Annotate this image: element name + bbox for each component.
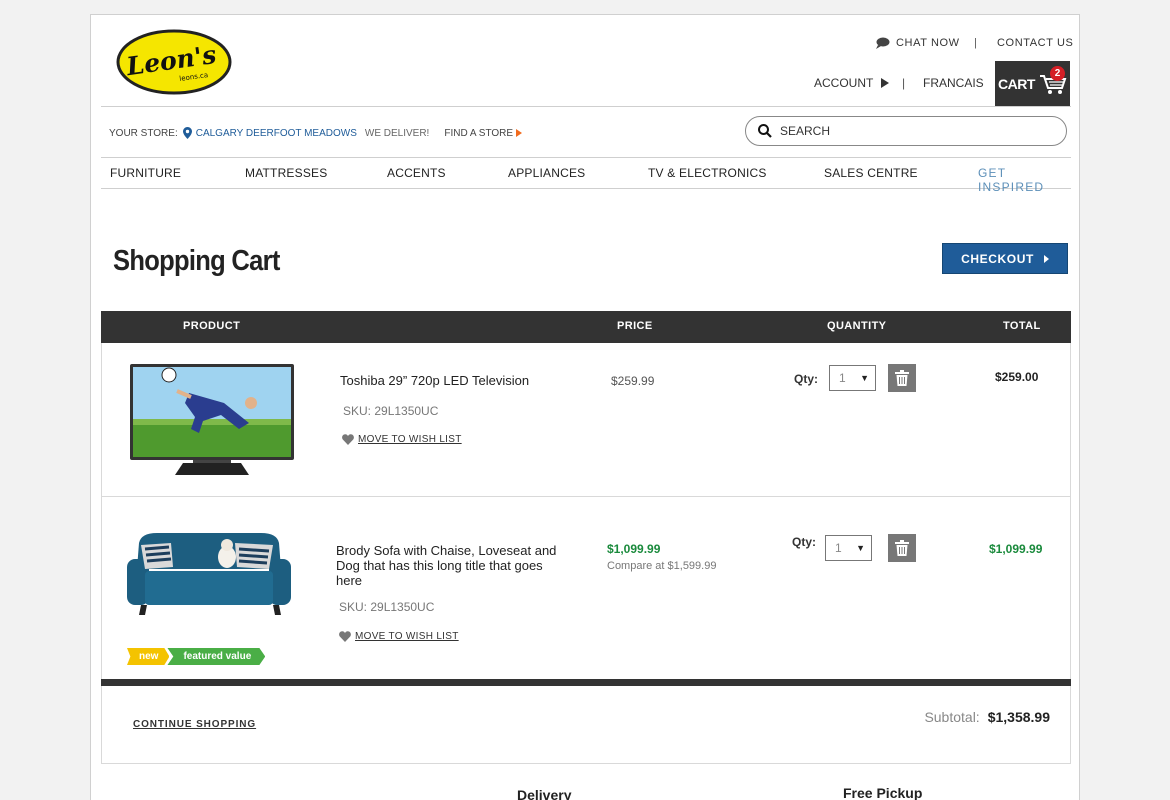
header-price: PRICE bbox=[617, 320, 653, 332]
store-name-label: CALGARY DEERFOOT MEADOWS bbox=[195, 127, 357, 139]
search-icon bbox=[758, 124, 772, 138]
remove-item-button[interactable] bbox=[888, 534, 916, 562]
main-nav: FURNITURE MATTRESSES ACCENTS APPLIANCES … bbox=[101, 157, 1071, 194]
table-bottom-bar bbox=[101, 679, 1071, 686]
product-price: $259.99 bbox=[611, 374, 655, 388]
logo-icon: Leon's leons.ca bbox=[116, 29, 232, 95]
wishlist-label: MOVE TO WISH LIST bbox=[355, 631, 459, 642]
subtotal-value: $1,358.99 bbox=[987, 709, 1050, 725]
your-store-label: YOUR STORE: bbox=[109, 127, 178, 139]
product-sku: SKU: 29L1350UC bbox=[339, 600, 435, 614]
nav-item-get-inspired[interactable]: GET INSPIRED bbox=[978, 166, 1071, 194]
product-image-sofa[interactable] bbox=[127, 529, 291, 626]
product-name[interactable]: Brody Sofa with Chaise, Loveseat and Dog… bbox=[336, 543, 566, 588]
move-to-wishlist-link[interactable]: MOVE TO WISH LIST bbox=[342, 434, 462, 445]
cart-button[interactable]: CART 2 bbox=[995, 61, 1070, 107]
product-badges: new featured value bbox=[127, 648, 266, 665]
store-bar: YOUR STORE: CALGARY DEERFOOT MEADOWS WE … bbox=[109, 127, 523, 139]
nav-item-mattresses[interactable]: MATTRESSES bbox=[245, 166, 327, 180]
product-sku: SKU: 29L1350UC bbox=[343, 404, 439, 418]
account-link[interactable]: ACCOUNT bbox=[814, 76, 890, 90]
cart-table-body: Toshiba 29” 720p LED Television SKU: 29L… bbox=[101, 343, 1071, 679]
heart-icon bbox=[342, 434, 354, 445]
play-arrow-icon bbox=[516, 129, 523, 137]
quantity-select[interactable]: 1 bbox=[825, 535, 872, 561]
checkout-label: CHECKOUT bbox=[961, 251, 1034, 266]
map-pin-icon bbox=[182, 127, 192, 139]
line-total: $1,099.99 bbox=[989, 542, 1043, 556]
account-label: ACCOUNT bbox=[814, 76, 874, 90]
cart-label: CART bbox=[998, 76, 1035, 92]
nav-item-tv-electronics[interactable]: TV & ELECTRONICS bbox=[648, 166, 767, 180]
subtotal: Subtotal: $1,358.99 bbox=[924, 709, 1050, 725]
search-input[interactable] bbox=[780, 124, 1040, 138]
nav-item-accents[interactable]: ACCENTS bbox=[387, 166, 446, 180]
page-title: Shopping Cart bbox=[113, 245, 280, 277]
find-a-store-link[interactable]: FIND A STORE bbox=[444, 127, 523, 139]
heart-icon bbox=[339, 631, 351, 642]
product-sale-price: $1,099.99 bbox=[607, 542, 661, 556]
search-box[interactable] bbox=[745, 116, 1067, 146]
badge-new: new bbox=[127, 648, 170, 665]
wishlist-label: MOVE TO WISH LIST bbox=[358, 434, 462, 445]
chat-now-link[interactable]: CHAT NOW bbox=[875, 37, 960, 49]
checkout-button[interactable]: CHECKOUT bbox=[942, 243, 1068, 274]
badge-featured-value: featured value bbox=[167, 648, 266, 665]
cart-row: new featured value Brody Sofa with Chais… bbox=[102, 497, 1070, 679]
compare-at-price: Compare at $1,599.99 bbox=[607, 560, 717, 572]
free-pickup-heading: Free Pickup bbox=[843, 785, 923, 800]
francais-link[interactable]: FRANCAIS bbox=[923, 76, 984, 90]
header-separator: | bbox=[974, 37, 977, 49]
move-to-wishlist-link[interactable]: MOVE TO WISH LIST bbox=[339, 631, 459, 642]
contact-us-link[interactable]: CONTACT US bbox=[997, 37, 1074, 49]
nav-item-appliances[interactable]: APPLIANCES bbox=[508, 166, 585, 180]
nav-item-sales-centre[interactable]: SALES CENTRE bbox=[824, 166, 918, 180]
find-a-store-label: FIND A STORE bbox=[444, 127, 514, 139]
subtotal-label: Subtotal: bbox=[924, 709, 980, 725]
chat-bubble-icon bbox=[876, 37, 890, 49]
store-name-link[interactable]: CALGARY DEERFOOT MEADOWS bbox=[182, 127, 357, 139]
caret-right-icon bbox=[1043, 254, 1049, 263]
remove-item-button[interactable] bbox=[888, 364, 916, 392]
chat-now-label: CHAT NOW bbox=[896, 37, 960, 49]
header-quantity: QUANTITY bbox=[827, 320, 887, 332]
header-total: TOTAL bbox=[1003, 320, 1041, 332]
trash-icon bbox=[895, 370, 909, 386]
header-divider bbox=[101, 106, 1071, 107]
header-product: PRODUCT bbox=[183, 320, 241, 332]
cart-count-badge: 2 bbox=[1050, 66, 1065, 81]
product-image-tv[interactable] bbox=[129, 363, 295, 482]
delivery-heading: Delivery bbox=[517, 787, 572, 800]
line-total: $259.00 bbox=[995, 370, 1039, 384]
continue-shopping-link[interactable]: CONTINUE SHOPPING bbox=[133, 719, 256, 730]
cart-table-header: PRODUCT PRICE QUANTITY TOTAL bbox=[101, 311, 1071, 343]
sofa-image-icon bbox=[127, 533, 291, 615]
trash-icon bbox=[895, 540, 909, 556]
play-arrow-icon bbox=[881, 78, 890, 88]
quantity-select[interactable]: 1 bbox=[829, 365, 876, 391]
cart-footer: CONTINUE SHOPPING Subtotal: $1,358.99 bbox=[101, 686, 1071, 764]
quantity-label: Qty: bbox=[794, 372, 818, 386]
tv-image-icon bbox=[130, 364, 294, 475]
nav-item-furniture[interactable]: FURNITURE bbox=[110, 166, 181, 180]
product-name[interactable]: Toshiba 29” 720p LED Television bbox=[340, 373, 560, 388]
leons-logo[interactable]: Leon's leons.ca bbox=[116, 29, 232, 95]
quantity-label: Qty: bbox=[792, 535, 816, 549]
we-deliver-text: WE DELIVER! bbox=[364, 127, 430, 139]
page-container: Leon's leons.ca CHAT NOW | CONTACT US AC… bbox=[90, 14, 1080, 800]
account-separator: | bbox=[902, 76, 906, 90]
cart-row: Toshiba 29” 720p LED Television SKU: 29L… bbox=[102, 343, 1070, 497]
